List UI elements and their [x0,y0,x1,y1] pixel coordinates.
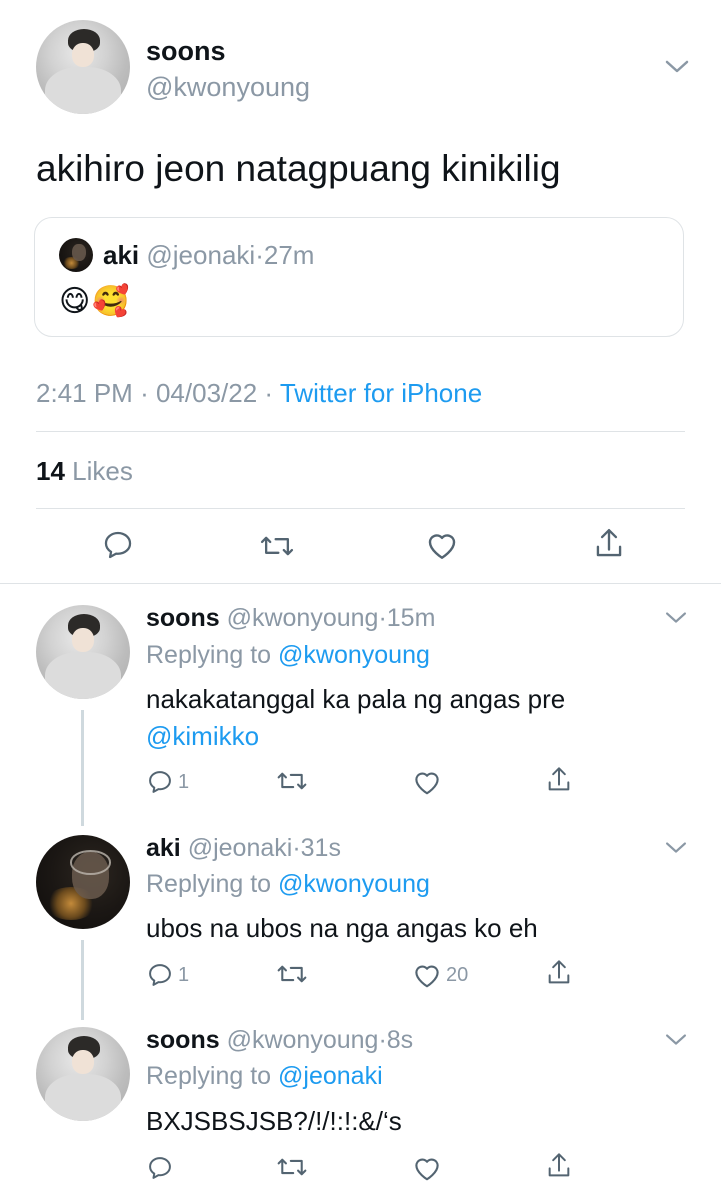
author-name[interactable]: soons [146,604,220,632]
avatar[interactable] [36,605,130,699]
replying-to: Replying to @jeonaki [146,1062,383,1091]
replying-label: Replying to [146,870,272,898]
share-icon[interactable] [545,957,573,989]
tweet-time: 2:41 PM [36,378,133,408]
like-count: 20 [446,963,469,986]
retweet-icon[interactable] [275,1152,309,1182]
heart-icon [412,1154,442,1182]
quoted-tweet[interactable]: aki @jeonaki·27m 😋🥰 [34,217,684,337]
section-divider [0,583,721,584]
heart-icon[interactable] [425,529,459,561]
chevron-down-icon[interactable] [664,610,688,626]
separator: · [378,1026,387,1054]
reply-action[interactable]: 1 [146,959,189,991]
heart-icon [412,961,442,989]
separator: · [378,604,387,632]
replying-to-link[interactable]: @kwonyoung [278,641,430,669]
retweet-icon[interactable] [275,959,309,989]
avatar[interactable] [36,835,130,929]
tweet-date: 04/03/22 [155,378,258,408]
author-handle[interactable]: @kwonyoung [227,1026,379,1054]
likes-stat[interactable]: 14 Likes [36,456,133,487]
quoted-author-handle: @jeonaki [146,240,256,270]
separator: · [140,378,149,408]
replying-label: Replying to [146,1062,272,1090]
reply-time: 31s [300,834,341,862]
author-name[interactable]: soons [146,36,226,67]
replying-to: Replying to @kwonyoung [146,641,430,670]
reply-time: 8s [386,1026,414,1054]
reply-text: BXJSBSJSB?/!/!:!:&/‘s [146,1106,402,1136]
like-action[interactable] [412,1153,446,1183]
quoted-text: 😋🥰 [59,285,132,318]
author-name[interactable]: aki [146,834,181,862]
reply-icon [146,768,174,796]
reply-icon [146,1154,174,1182]
reply-header: soons @kwonyoung·15m [146,604,435,633]
divider [36,431,685,432]
thread-line [81,710,84,826]
avatar [59,238,93,272]
separator: · [255,240,264,270]
reply-icon[interactable] [101,528,135,562]
author-name[interactable]: soons [146,1026,220,1054]
reply-count: 1 [178,770,190,793]
quoted-time: 27m [263,240,315,270]
tweet-source-link[interactable]: Twitter for iPhone [280,378,482,408]
share-icon[interactable] [592,526,626,562]
author-handle[interactable]: @kwonyoung [146,72,310,103]
tweet-meta: 2:41 PM · 04/03/22 · Twitter for iPhone [36,378,482,409]
like-action[interactable] [412,767,446,797]
separator: · [264,378,274,408]
chevron-down-icon[interactable] [664,840,688,856]
avatar[interactable] [36,1027,130,1121]
quoted-author-name: aki [103,240,140,270]
author-handle[interactable]: @jeonaki [188,834,293,862]
chevron-down-icon[interactable] [664,1032,688,1048]
like-action[interactable]: 20 [412,960,468,990]
heart-icon [412,768,442,796]
reply-action[interactable] [146,1152,178,1184]
chevron-down-icon[interactable] [664,58,690,76]
share-icon[interactable] [545,764,573,796]
reply-time: 15m [386,604,436,632]
reply-icon [146,961,174,989]
reply-header: soons @kwonyoung·8s [146,1026,413,1055]
mention-link[interactable]: @kimikko [146,721,259,752]
replying-to: Replying to @kwonyoung [146,870,430,899]
tweet-text: akihiro jeon natagpuang kinikilig [36,148,561,189]
separator: · [292,834,301,862]
reply-header: aki @jeonaki·31s [146,834,341,863]
replying-to-link[interactable]: @jeonaki [278,1062,383,1090]
thread-line [81,940,84,1020]
reply-text: nakakatanggal ka pala ng angas pre [146,684,566,714]
avatar[interactable] [36,20,130,114]
likes-count: 14 [36,456,65,486]
quoted-header: aki @jeonaki·27m [103,240,314,271]
divider [36,508,685,509]
reply-action[interactable]: 1 [146,766,189,798]
author-handle[interactable]: @kwonyoung [227,604,379,632]
reply-count: 1 [178,963,190,986]
retweet-icon[interactable] [275,766,309,796]
share-icon[interactable] [545,1150,573,1182]
reply-text: ubos na ubos na nga angas ko eh [146,913,538,943]
likes-label: Likes [72,456,133,486]
retweet-icon[interactable] [258,529,296,563]
replying-label: Replying to [146,641,272,669]
replying-to-link[interactable]: @kwonyoung [278,870,430,898]
